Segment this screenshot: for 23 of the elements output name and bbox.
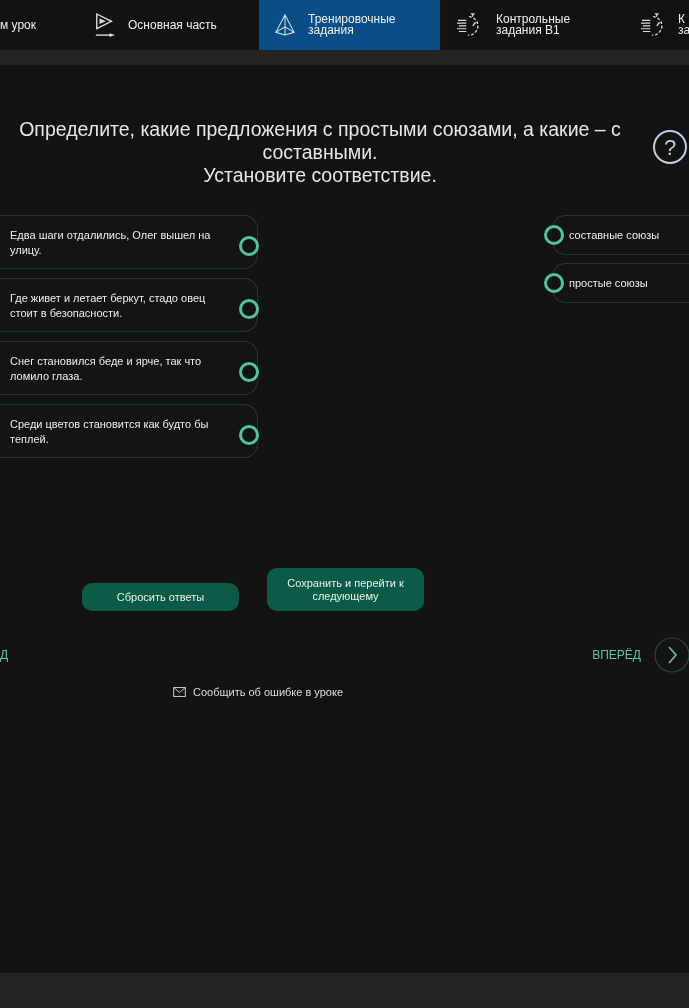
connector-dot[interactable] (544, 225, 564, 245)
nav-tab[interactable]: м урок (0, 0, 80, 50)
report-link[interactable]: Сообщить об ошибке в уроке (193, 686, 344, 698)
action-button[interactable]: Сохранить и перейти к следующему (267, 568, 424, 611)
question-text: Определите, какие предложения с простыми союзами, а какие – с составными. Установите соответствие. (18, 118, 622, 187)
sentence-card[interactable]: Едва шаги отдалились, Олег вышел на улицу. (0, 215, 258, 269)
back-link[interactable]: Д (0, 648, 9, 662)
play-icon (94, 12, 116, 38)
forward-link[interactable]: ВПЕРЁД (592, 648, 641, 662)
nav-tab[interactable]: Основная часть (80, 0, 259, 50)
mail-icon (173, 687, 186, 697)
answer-card[interactable]: составные союзы (552, 215, 689, 255)
sentence-card[interactable]: Где живет и летает беркут, стадо овец стоит в безопасности. (0, 278, 258, 332)
sentence-card[interactable]: Среди цветов становится как будто бы теплей. (0, 404, 258, 458)
connector-dot[interactable] (544, 273, 564, 293)
action-button[interactable]: Сбросить ответы (82, 583, 239, 611)
nav-tab[interactable]: Тренировочные задания (259, 0, 440, 50)
answer-card[interactable]: простые союзы (552, 263, 689, 303)
help-icon[interactable]: ? (652, 129, 688, 165)
pyramid-icon (274, 13, 296, 37)
nav-tab[interactable]: Контрольные задания B1 (440, 0, 630, 50)
next-arrow-icon[interactable] (654, 637, 689, 673)
sentence-card[interactable]: Снег становился беде и ярче, так что ломило глаза. (0, 341, 258, 395)
